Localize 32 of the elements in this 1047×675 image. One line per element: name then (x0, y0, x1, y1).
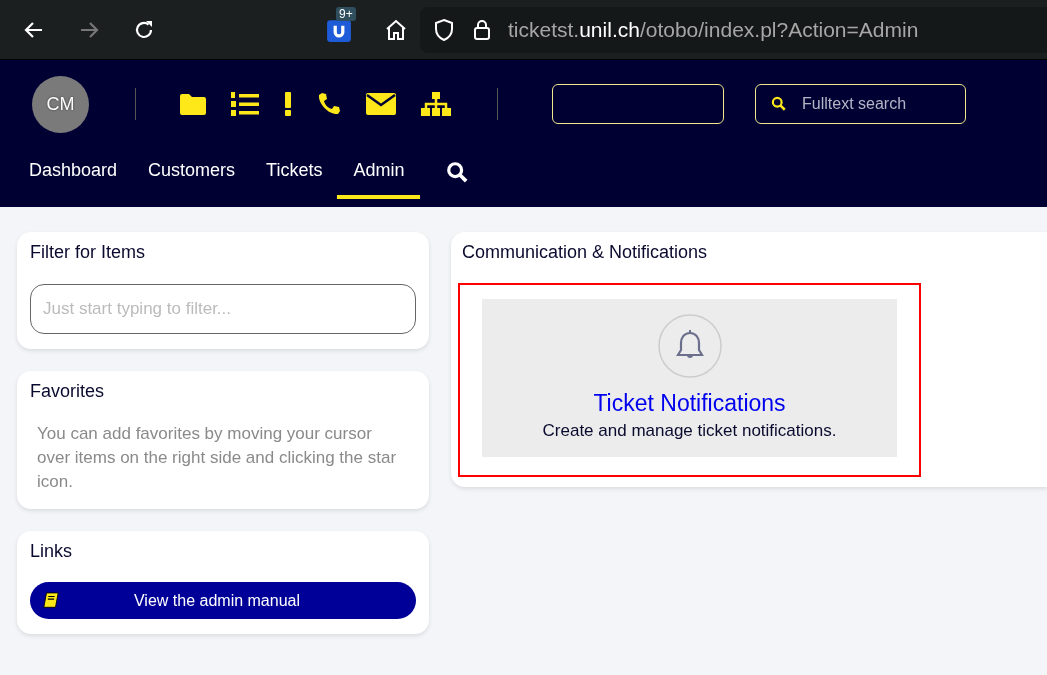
fulltext-search-field[interactable]: Fulltext search (755, 84, 966, 124)
user-avatar[interactable]: CM (32, 75, 89, 133)
envelope-icon[interactable] (366, 93, 396, 115)
card-title: Favorites (30, 381, 106, 402)
card-title: Filter for Items (30, 242, 146, 263)
admin-tile[interactable]: Ticket Notifications Create and manage ticket notifications. (482, 299, 897, 457)
nav-tab[interactable]: Customers (148, 152, 236, 199)
url-text: ticketst.unil.ch/otobo/index.pl?Action=Admin (508, 17, 919, 42)
notification-badge: 9+ (336, 6, 356, 21)
tile-title: Ticket Notifications (593, 390, 786, 417)
numbered-list-icon[interactable] (231, 91, 259, 117)
home-icon[interactable] (384, 17, 408, 42)
phone-icon[interactable] (317, 92, 341, 116)
card-title: Links (30, 541, 74, 562)
sitemap-icon[interactable] (421, 92, 451, 116)
search-icon (771, 96, 786, 111)
search-field[interactable] (552, 84, 724, 124)
favorites-hint: You can add favorites by moving your cursor over items on the right side and clicking the star icon. (37, 423, 398, 493)
admin-manual-button[interactable]: View the admin manual (30, 582, 416, 619)
filter-field[interactable]: Just start typing to filter... (30, 284, 416, 334)
shield-icon (432, 17, 456, 42)
book-icon (42, 591, 60, 610)
search-icon[interactable] (446, 160, 469, 183)
folder-icon[interactable] (180, 93, 206, 115)
nav-tab[interactable]: Tickets (266, 152, 323, 199)
nav-tab[interactable]: Dashboard (29, 152, 118, 199)
section-title: Communication & Notifications (462, 242, 709, 263)
bell-icon (657, 314, 722, 378)
tile-description: Create and manage ticket notifications. (542, 421, 837, 441)
nav-tab[interactable]: Admin (337, 152, 421, 199)
exclamation-icon[interactable] (284, 92, 292, 116)
address-bar[interactable]: ticketst.unil.ch/otobo/index.pl?Action=Admin (420, 6, 1047, 53)
